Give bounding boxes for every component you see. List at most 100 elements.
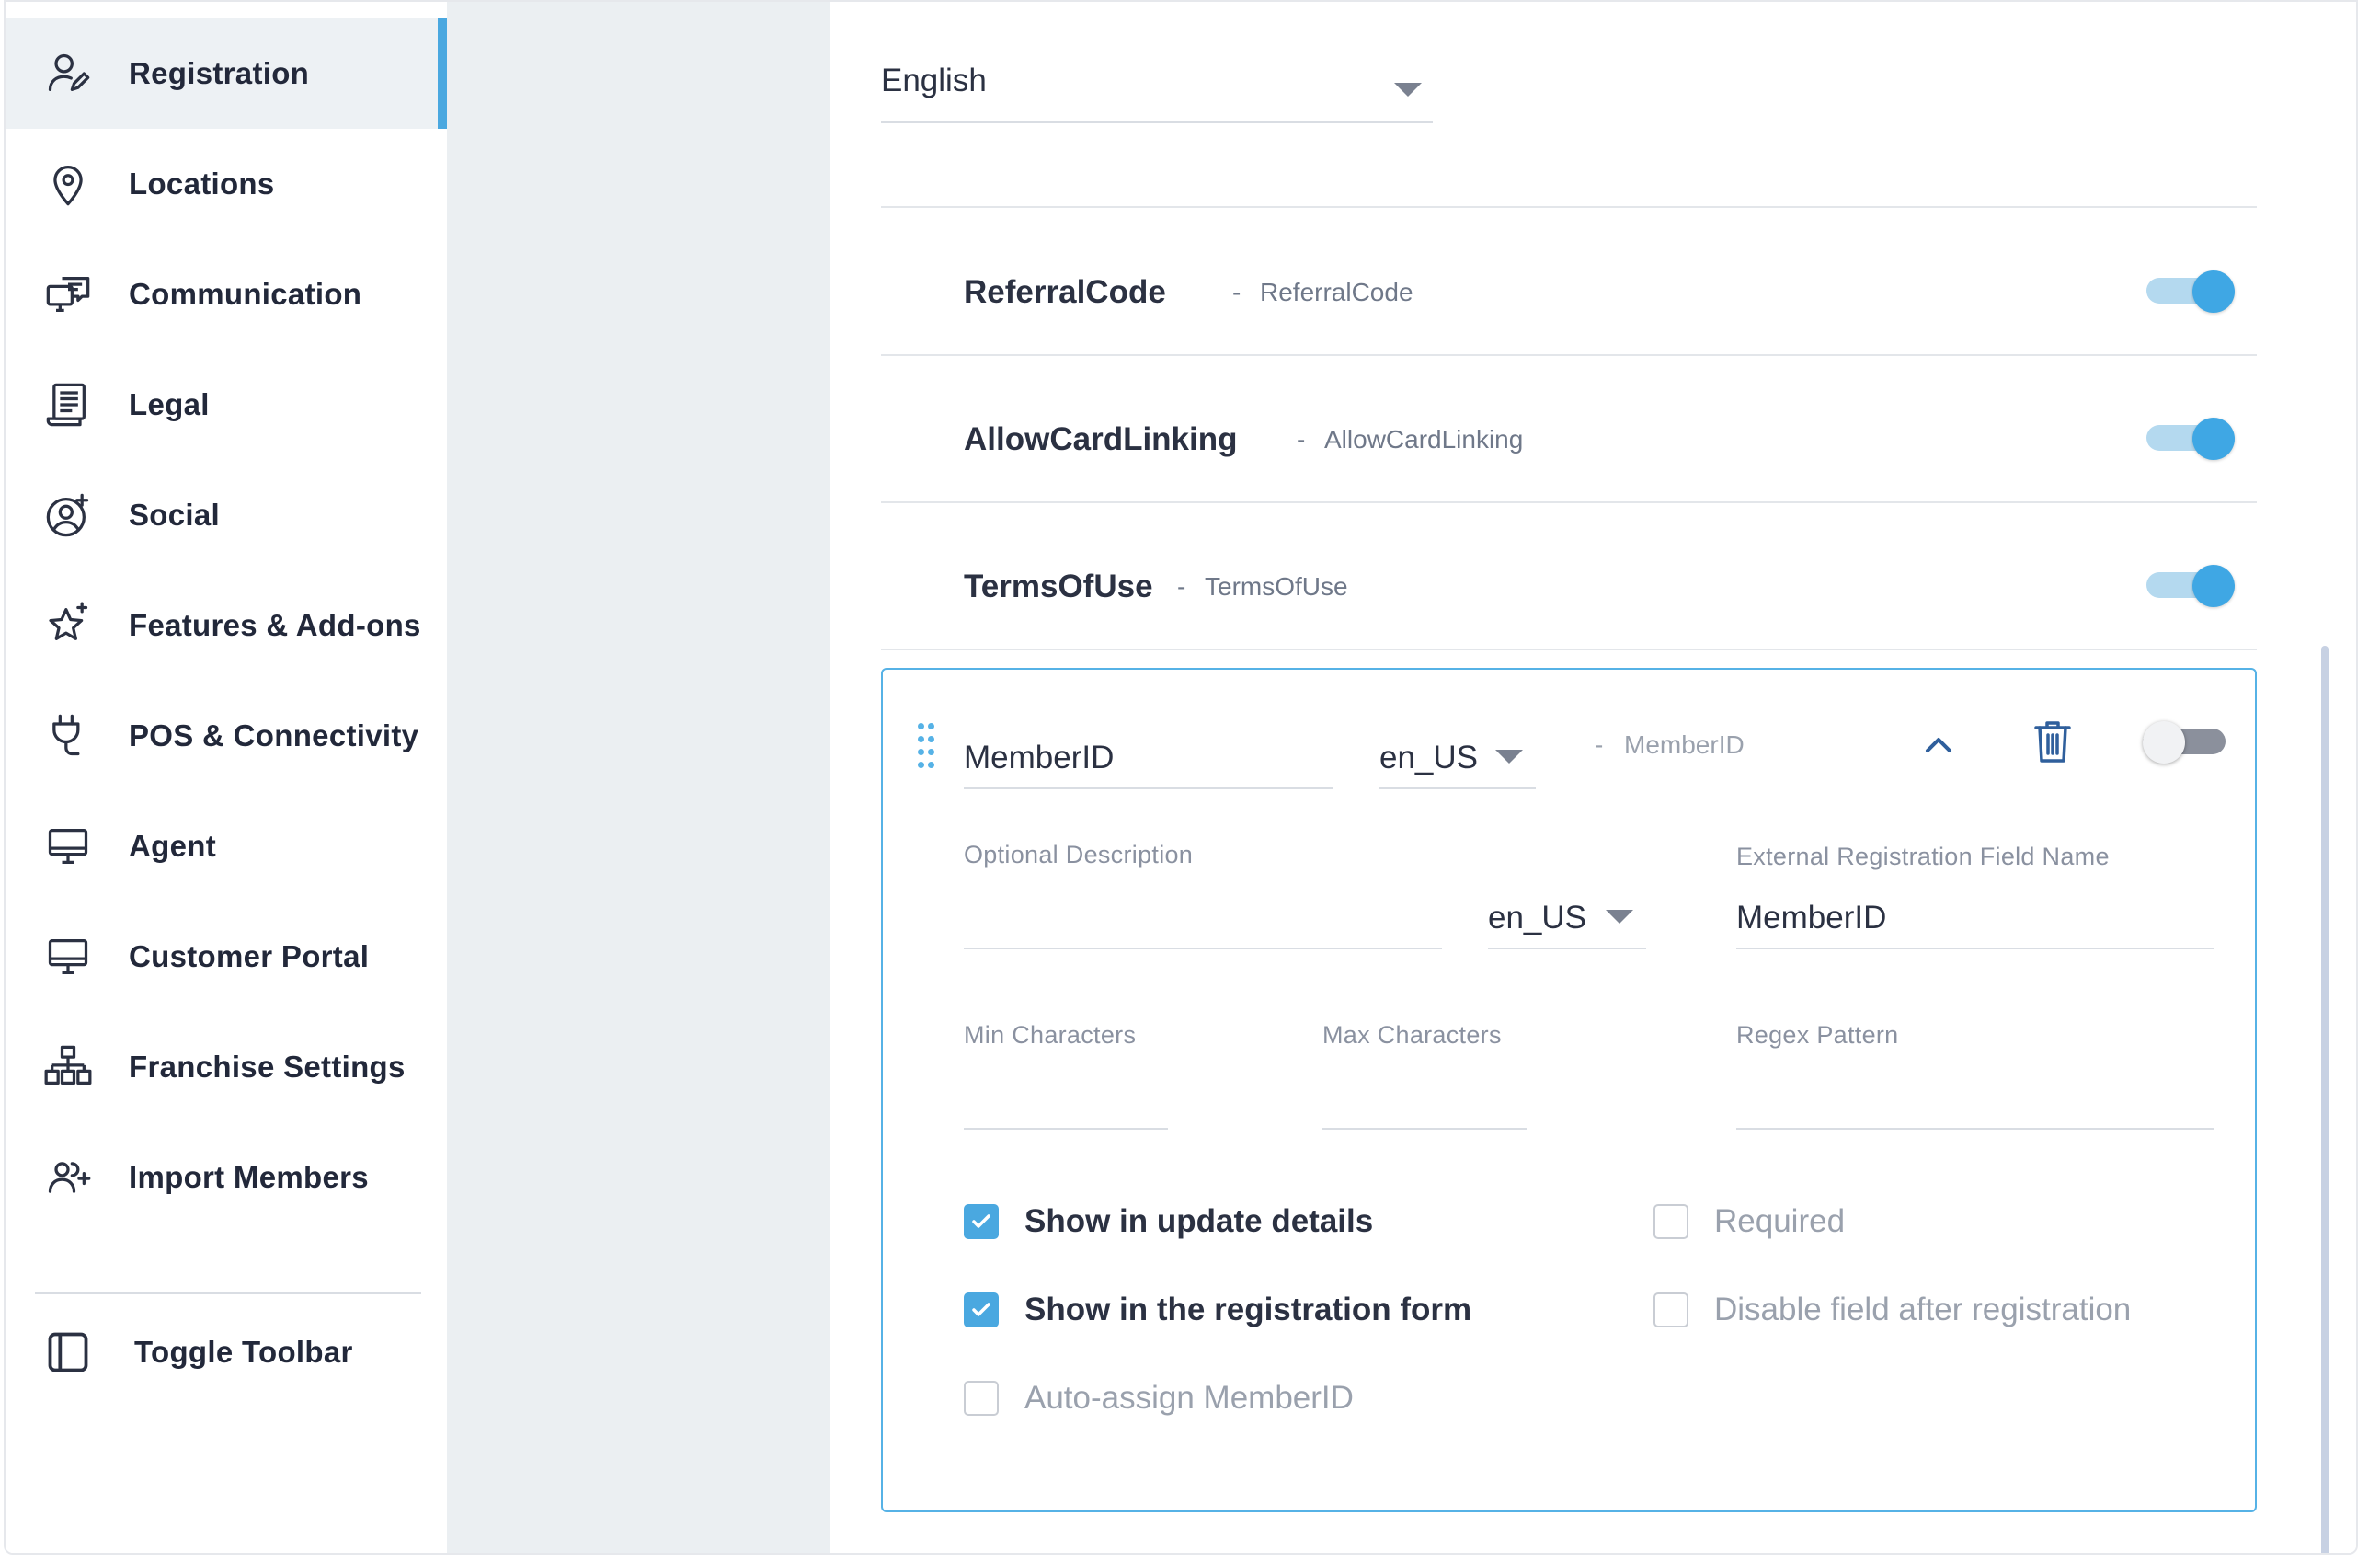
field-name-input[interactable]: MemberID [964,725,1333,789]
min-characters-input[interactable] [964,1065,1168,1130]
chevron-up-icon [1926,738,1951,752]
description-locale-value: en_US [1488,900,1587,936]
sidebar-item-franchise-settings[interactable]: Franchise Settings [6,1012,447,1122]
sidebar-panel-icon [42,1327,94,1378]
description-locale-select[interactable]: en_US [1488,881,1646,949]
sidebar-item-agent[interactable]: Agent [6,791,447,902]
external-name-value: MemberID [1736,900,1887,936]
vertical-scrollbar[interactable] [2321,646,2329,1553]
checkbox-label: Show in update details [1024,1203,1374,1239]
store-network-icon [42,1041,94,1093]
divider [881,354,2257,356]
checkbox-box [1653,1204,1688,1239]
field-key: AllowCardLinking [1324,425,1524,454]
field-enabled-toggle[interactable] [2143,721,2231,764]
field-separator: - [1595,730,1604,759]
field-card-memberid: MemberID en_US - MemberID Optional Descr… [881,668,2257,1512]
star-add-icon [42,600,94,651]
checkbox-show-in-registration-form[interactable]: Show in the registration form [964,1292,1471,1328]
sidebar-item-registration[interactable]: Registration [6,18,447,129]
field-enabled-toggle[interactable] [2146,418,2235,460]
check-icon [972,1303,990,1316]
language-select-value: English [881,63,987,98]
divider [881,649,2257,650]
sidebar-item-label: Customer Portal [129,939,370,973]
language-select[interactable]: English [881,50,1433,123]
chevron-down-icon [1394,83,1422,97]
field-enabled-toggle[interactable] [2146,270,2235,313]
field-key: ReferralCode [1260,278,1413,306]
sidebar-item-social[interactable]: Social [6,460,447,570]
field-row-allowcardlinking: AllowCardLinking - AllowCardLinking [881,366,2257,513]
sidebar-item-label: Legal [129,387,210,421]
field-name: ReferralCode [964,274,1166,310]
check-icon [972,1214,990,1228]
sidebar-item-features[interactable]: Features & Add-ons [6,570,447,681]
monitor-icon [42,931,94,982]
field-separator: - [1232,278,1241,306]
divider [881,501,2257,503]
sidebar: Registration Locations Communication Leg… [6,2,447,1553]
drag-handle-icon[interactable] [918,723,936,769]
checkbox-label: Disable field after registration [1714,1292,2132,1327]
field-row-referralcode: ReferralCode - ReferralCode [881,219,2257,366]
checkbox-show-in-update-details[interactable]: Show in update details [964,1203,1373,1240]
toggle-toolbar-label: Toggle Toolbar [134,1335,353,1369]
checkbox-required[interactable]: Required [1653,1203,1845,1240]
sidebar-item-communication[interactable]: Communication [6,239,447,350]
field-name: TermsOfUse [964,569,1153,604]
monitor-icon [42,821,94,872]
checkbox-auto-assign-memberid[interactable]: Auto-assign MemberID [964,1380,1354,1417]
content-gutter [447,2,830,1553]
checkbox-box [964,1204,999,1239]
sidebar-divider [35,1292,421,1294]
max-characters-label: Max Characters [1322,1021,1502,1049]
sidebar-item-label: Franchise Settings [129,1050,406,1084]
regex-pattern-label: Regex Pattern [1736,1021,1899,1049]
checkbox-disable-after-registration[interactable]: Disable field after registration [1653,1292,2131,1328]
sidebar-item-label: Agent [129,829,216,863]
checkbox-label: Required [1714,1203,1846,1239]
main-panel: English ReferralCode - ReferralCode Allo… [830,2,2356,1553]
field-locale-value: en_US [1379,740,1479,775]
external-name-label: External Registration Field Name [1736,843,2110,870]
sidebar-item-label: POS & Connectivity [129,718,419,752]
chevron-down-icon [1606,910,1633,924]
divider [881,206,2257,208]
collapse-button[interactable] [1913,719,1964,771]
sidebar-item-legal[interactable]: Legal [6,350,447,460]
field-separator: - [1297,425,1306,454]
max-characters-input[interactable] [1322,1065,1527,1130]
field-enabled-toggle[interactable] [2146,565,2235,607]
field-name: AllowCardLinking [964,421,1238,457]
min-characters-label: Min Characters [964,1021,1137,1049]
checkbox-label: Auto-assign MemberID [1024,1380,1354,1416]
delete-button[interactable] [2027,716,2078,767]
external-name-input[interactable]: MemberID [1736,881,2214,949]
users-add-icon [42,1152,94,1203]
field-separator: - [1177,572,1186,601]
toggle-toolbar-button[interactable]: Toggle Toolbar [6,1297,447,1407]
user-edit-icon [42,48,94,99]
field-locale-select[interactable]: en_US [1379,725,1536,789]
optional-description-label: Optional Description [964,841,1194,868]
document-icon [42,379,94,431]
field-key: MemberID [1624,730,1745,759]
sidebar-item-label: Import Members [129,1160,369,1194]
regex-pattern-input[interactable] [1736,1065,2214,1130]
chevron-down-icon [1495,750,1523,764]
sidebar-item-import-members[interactable]: Import Members [6,1122,447,1233]
checkbox-box [964,1381,999,1416]
sidebar-item-label: Communication [129,277,362,311]
checkbox-label: Show in the registration form [1024,1292,1472,1327]
location-pin-icon [42,158,94,210]
sidebar-item-locations[interactable]: Locations [6,129,447,239]
app-window: Registration Locations Communication Leg… [4,0,2358,1555]
trash-icon [2034,721,2071,763]
optional-description-input[interactable] [964,881,1442,949]
sidebar-item-customer-portal[interactable]: Customer Portal [6,902,447,1012]
checkbox-box [1653,1292,1688,1327]
sidebar-item-pos-connectivity[interactable]: POS & Connectivity [6,681,447,791]
checkbox-box [964,1292,999,1327]
sidebar-item-label: Features & Add-ons [129,608,421,642]
